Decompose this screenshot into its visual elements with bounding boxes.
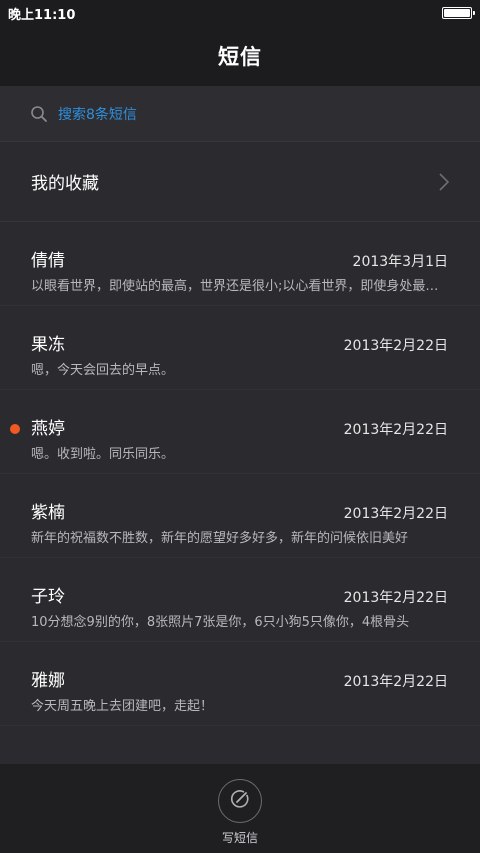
message-preview: 嗯。收到啦。同乐同乐。 [31, 447, 175, 462]
message-list: 倩倩 2013年3月1日 以眼看世界，即使站的最高，世界还是很小;以心看世界，即… [0, 222, 480, 726]
message-date: 2013年2月22日 [343, 338, 448, 354]
message-date: 2013年2月22日 [343, 422, 448, 438]
message-date: 2013年2月22日 [343, 506, 448, 522]
status-bar: 晚上11:10 [0, 0, 480, 26]
message-item[interactable]: 倩倩 2013年3月1日 以眼看世界，即使站的最高，世界还是很小;以心看世界，即… [0, 222, 480, 306]
message-preview: 10分想念9别的你，8张照片7张是你，6只小狗5只像你，4根骨头 [31, 615, 410, 630]
compose-label: 写短信 [221, 831, 258, 845]
favorites-label: 我的收藏 [31, 174, 99, 194]
message-date: 2013年3月1日 [352, 254, 448, 270]
title-bar: 短信 [0, 26, 480, 86]
message-sender: 倩倩 [31, 251, 65, 271]
message-preview: 新年的祝福数不胜数，新年的愿望好多好多，新年的问候依旧美好 [31, 531, 409, 546]
search-icon [30, 105, 48, 123]
battery-icon [442, 7, 475, 19]
message-sender: 紫楠 [31, 503, 65, 523]
unread-dot [10, 424, 20, 434]
search-bar[interactable]: 搜索8条短信 [0, 86, 480, 142]
message-preview: 以眼看世界，即使站的最高，世界还是很小;以心看世界，即使身处最低，世界也会很大 [31, 279, 448, 294]
message-item[interactable]: 紫楠 2013年2月22日 新年的祝福数不胜数，新年的愿望好多好多，新年的问候依… [0, 474, 480, 558]
message-preview: 今天周五晚上去团建吧，走起！ [31, 699, 214, 714]
search-placeholder: 搜索8条短信 [58, 106, 137, 123]
compose-icon [229, 788, 251, 814]
message-date: 2013年2月22日 [343, 590, 448, 606]
status-time: 晚上11:10 [8, 7, 76, 23]
message-sender: 雅娜 [31, 671, 65, 691]
message-sender: 果冻 [31, 335, 65, 355]
favorites-item[interactable]: 我的收藏 [0, 142, 480, 222]
message-sender: 子玲 [31, 587, 65, 607]
message-preview: 嗯，今天会回去的早点。 [31, 363, 175, 378]
message-item[interactable]: 雅娜 2013年2月22日 今天周五晚上去团建吧，走起！ [0, 642, 480, 726]
page-title: 短信 [218, 45, 262, 69]
bottom-bar: 写短信 [0, 764, 480, 853]
chevron-right-icon [438, 172, 450, 192]
message-item[interactable]: 果冻 2013年2月22日 嗯，今天会回去的早点。 [0, 306, 480, 390]
message-item[interactable]: 燕婷 2013年2月22日 嗯。收到啦。同乐同乐。 [0, 390, 480, 474]
message-sender: 燕婷 [31, 419, 65, 439]
message-item[interactable]: 子玲 2013年2月22日 10分想念9别的你，8张照片7张是你，6只小狗5只像… [0, 558, 480, 642]
battery-level [444, 9, 470, 17]
message-date: 2013年2月22日 [343, 674, 448, 690]
compose-button[interactable] [218, 779, 262, 823]
